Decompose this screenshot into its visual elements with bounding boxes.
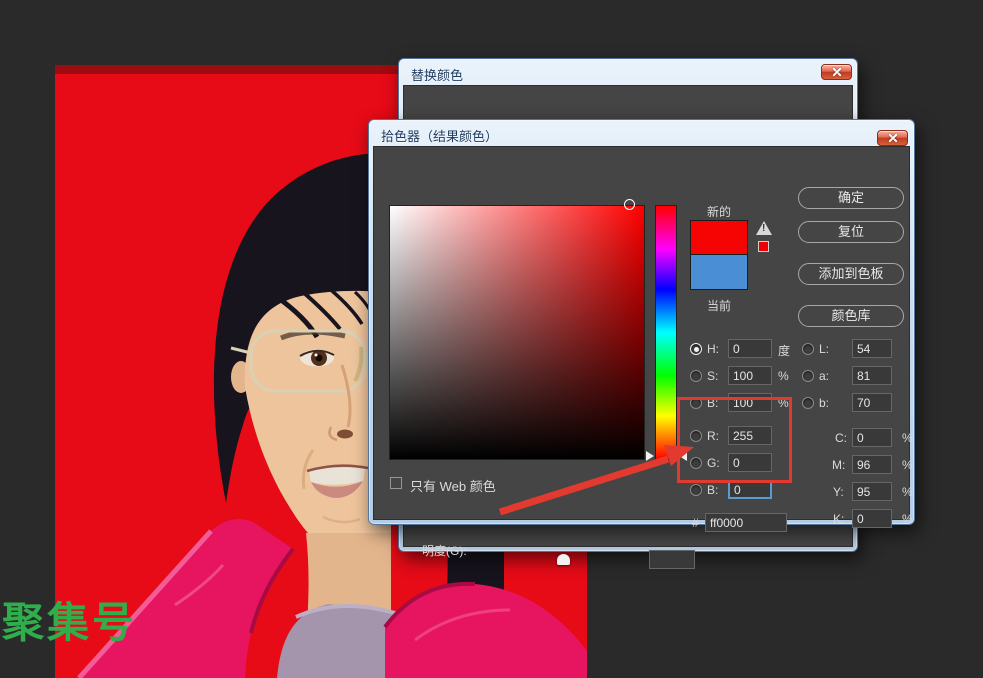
radio-s[interactable] [690, 370, 702, 382]
hue-slider[interactable] [655, 205, 677, 460]
color-field-marker[interactable] [624, 199, 635, 210]
replace-close-button[interactable] [821, 64, 852, 80]
a-input[interactable] [852, 366, 892, 385]
hue-marker-left[interactable] [646, 451, 654, 461]
k-input[interactable] [852, 509, 892, 528]
m-input[interactable] [852, 455, 892, 474]
gamut-swatch[interactable] [758, 241, 769, 252]
radio-b2[interactable] [690, 484, 702, 496]
replace-dialog-title: 替换颜色 [411, 65, 463, 84]
color-libraries-button[interactable]: 颜色库 [798, 305, 904, 327]
radio-h[interactable] [690, 343, 702, 355]
b-lab-input[interactable] [852, 393, 892, 412]
picker-close-button[interactable] [877, 130, 908, 146]
picker-ok-button[interactable]: 确定 [798, 187, 904, 209]
saturation-brightness-field[interactable] [389, 205, 645, 460]
new-color-label: 新的 [690, 203, 748, 220]
c-input[interactable] [852, 428, 892, 447]
picker-reset-button[interactable]: 复位 [798, 221, 904, 243]
l-input[interactable] [852, 339, 892, 358]
radio-a[interactable] [802, 370, 814, 382]
hex-input[interactable] [705, 513, 787, 532]
web-colors-label: 只有 Web 颜色 [410, 476, 496, 495]
radio-l[interactable] [802, 343, 814, 355]
lightness-label: 明度(G): [422, 542, 467, 559]
picker-dialog-title: 拾色器（结果颜色） [381, 126, 498, 145]
page-root: 替换颜色 + - 颜色: 确定 明度(G): [0, 0, 983, 678]
add-to-swatches-button[interactable]: 添加到色板 [798, 263, 904, 285]
radio-b-lab[interactable] [802, 397, 814, 409]
hex-label: # [692, 516, 699, 530]
h-input[interactable] [728, 339, 772, 358]
current-color-label: 当前 [690, 297, 748, 314]
annotation-rectangle [677, 397, 792, 483]
picker-dialog-body: 只有 Web 颜色 新的 当前 确定 复位 添加到色板 颜色库 H: 度 S: … [373, 146, 910, 520]
watermark-text: 聚集号 [2, 602, 137, 644]
color-picker-dialog: 拾色器（结果颜色） 只有 Web 颜色 新的 当前 确定 复位 添加到色板 颜色… [368, 119, 915, 525]
gamut-warning-icon[interactable] [756, 221, 772, 235]
lightness-input[interactable] [649, 550, 695, 569]
web-colors-checkbox[interactable] [390, 477, 402, 489]
s-input[interactable] [728, 366, 772, 385]
eye [300, 350, 334, 367]
y-input[interactable] [852, 482, 892, 501]
current-color-swatch [690, 255, 748, 290]
new-color-swatch [690, 220, 748, 255]
lightness-slider-knob[interactable] [557, 554, 570, 565]
